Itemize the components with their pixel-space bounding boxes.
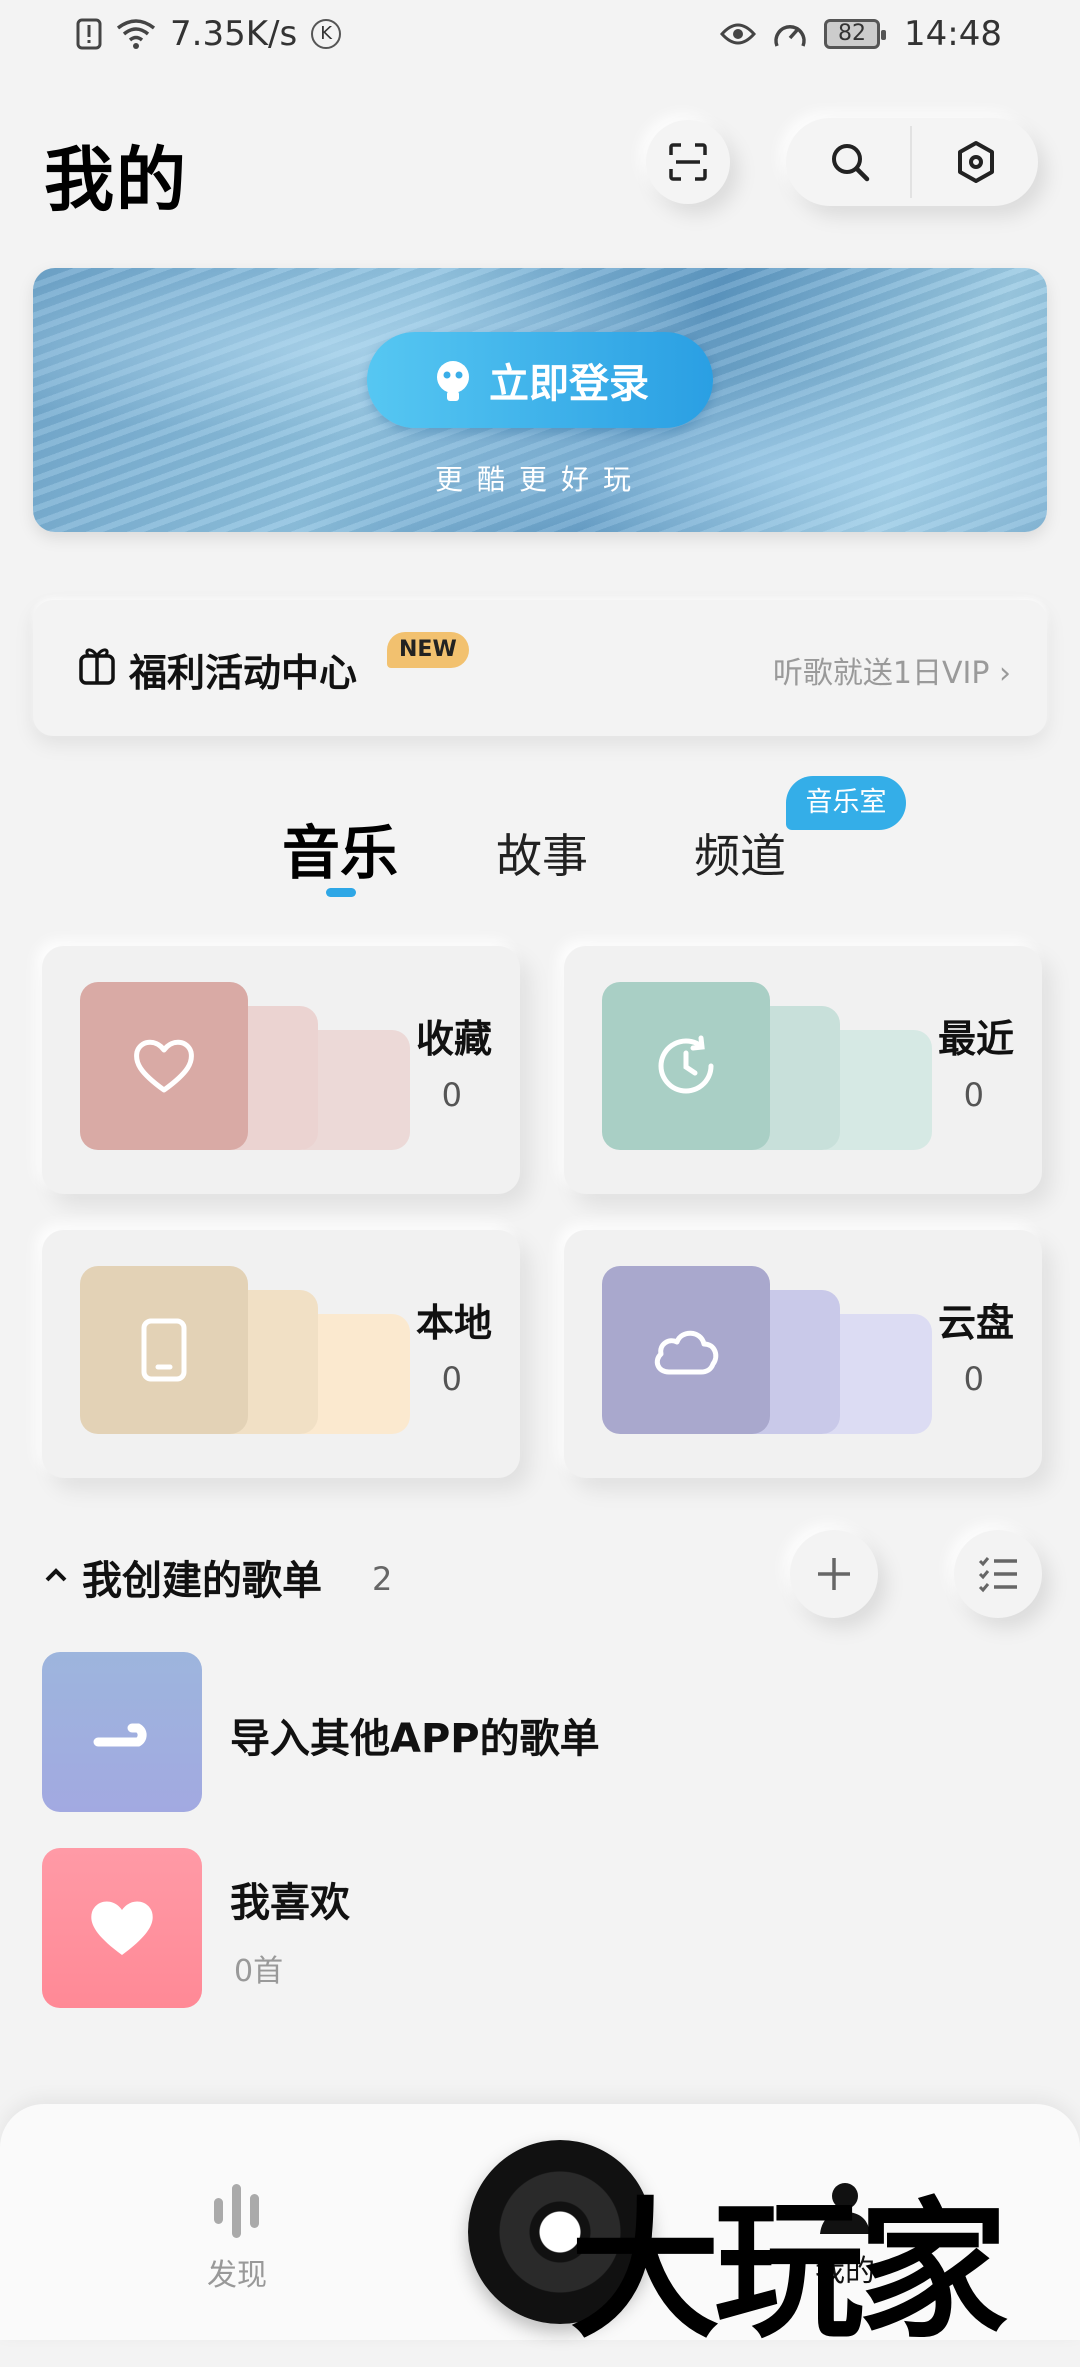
playlist-cover xyxy=(42,1848,202,2008)
chevron-right-icon: › xyxy=(999,656,1011,691)
nav-discover[interactable]: 发现 xyxy=(192,2176,282,2294)
scan-button[interactable] xyxy=(646,120,730,204)
chevron-up-icon[interactable] xyxy=(44,1566,68,1584)
card-count: 0 xyxy=(963,1360,984,1398)
watermark-text: 大玩家 xyxy=(570,2183,1008,2359)
card-count: 0 xyxy=(441,1360,462,1398)
network-speed: 7.35K/s xyxy=(170,14,298,54)
hexagon-settings-icon xyxy=(958,141,994,183)
welfare-center-row[interactable]: 福利活动中心 NEW 听歌就送1日VIP › xyxy=(33,600,1047,736)
settings-button[interactable] xyxy=(912,118,1038,206)
search-settings-group xyxy=(786,118,1038,206)
clock-icon xyxy=(658,1035,714,1094)
speed-gauge-icon xyxy=(774,25,806,47)
nav-label: 发现 xyxy=(207,2258,267,2293)
cloud-icon xyxy=(654,1330,719,1375)
import-arrow-icon xyxy=(93,1723,147,1747)
scan-icon xyxy=(669,143,707,181)
card-recent[interactable]: 最近 0 xyxy=(564,946,1042,1194)
music-room-badge: 音乐室 xyxy=(786,776,906,830)
heart-icon xyxy=(134,1039,194,1093)
page-title: 我的 xyxy=(44,139,188,221)
k-badge-icon: K xyxy=(311,19,342,49)
tab-channels[interactable]: 频道 xyxy=(694,820,786,886)
card-count: 0 xyxy=(963,1076,984,1114)
playlist-cover xyxy=(42,1652,202,1812)
card-count: 0 xyxy=(441,1076,462,1114)
card-name: 最近 xyxy=(937,1017,1014,1061)
card-name: 云盘 xyxy=(937,1301,1014,1345)
welfare-promo-text: 听歌就送1日VIP › xyxy=(772,656,1011,691)
phone-icon xyxy=(141,1318,187,1382)
search-icon xyxy=(832,144,870,182)
card-name: 本地 xyxy=(415,1301,492,1345)
status-bar: 7.35K/s K 82 14:48 xyxy=(0,0,1080,72)
tab-stories[interactable]: 故事 xyxy=(496,820,588,886)
manage-playlists-button[interactable] xyxy=(954,1530,1042,1618)
login-banner: 立即登录 更酷更好玩 xyxy=(33,268,1047,532)
new-badge: NEW xyxy=(387,632,469,668)
tab-music[interactable]: 音乐 xyxy=(282,806,398,890)
playlists-count: 2 xyxy=(372,1560,393,1598)
add-playlist-button[interactable] xyxy=(790,1530,878,1618)
heart-filled-icon xyxy=(91,1901,153,1955)
playlist-song-count: 0首 xyxy=(234,1954,284,1989)
login-label: 立即登录 xyxy=(489,361,649,407)
alert-icon xyxy=(76,18,102,50)
robot-avatar-icon xyxy=(437,361,469,401)
battery-icon: 82 xyxy=(824,19,887,49)
playlist-title: 导入其他APP的歌单 xyxy=(230,1716,600,1762)
clock-time: 14:48 xyxy=(904,14,1002,54)
plus-icon xyxy=(818,1558,850,1590)
login-button[interactable]: 立即登录 xyxy=(367,332,713,428)
card-cloud[interactable]: 云盘 0 xyxy=(564,1230,1042,1478)
playlists-title: 我创建的歌单 xyxy=(82,1558,322,1604)
active-tab-indicator xyxy=(326,888,356,897)
equalizer-icon xyxy=(214,2184,259,2238)
search-button[interactable] xyxy=(786,118,910,206)
playlist-title: 我喜欢 xyxy=(230,1880,350,1926)
eye-icon xyxy=(720,23,757,45)
checklist-icon xyxy=(978,1557,1017,1593)
wifi-icon xyxy=(116,19,156,49)
card-name: 收藏 xyxy=(415,1017,492,1061)
welfare-label: 福利活动中心 xyxy=(129,651,358,695)
gift-icon xyxy=(79,648,115,685)
banner-subtitle: 更酷更好玩 xyxy=(434,463,645,496)
card-local[interactable]: 本地 0 xyxy=(42,1230,520,1478)
card-favorites[interactable]: 收藏 0 xyxy=(42,946,520,1194)
